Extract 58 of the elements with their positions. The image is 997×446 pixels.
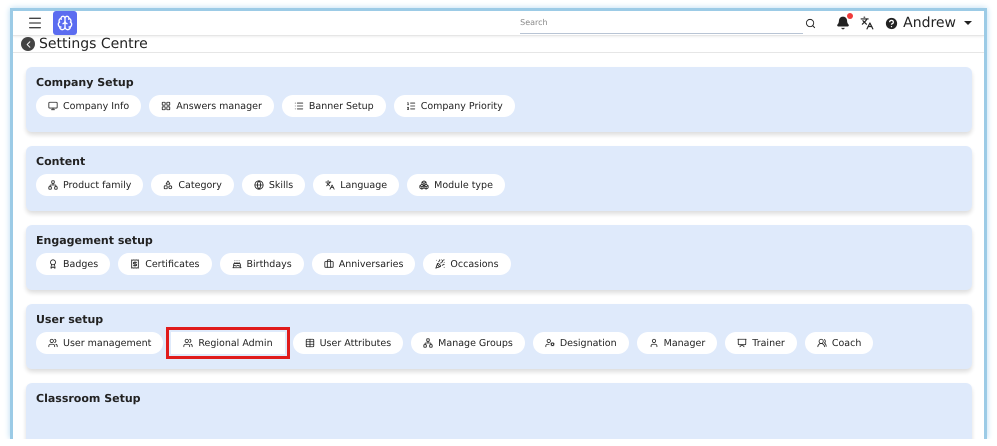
award-icon <box>48 259 58 269</box>
party-popper-icon <box>435 259 446 269</box>
settings-button[interactable]: Company Info <box>36 95 142 117</box>
translate-icon[interactable] <box>860 16 874 30</box>
settings-button[interactable]: Module type <box>407 174 505 196</box>
receipt-icon <box>130 259 140 269</box>
settings-button[interactable]: Product family <box>36 174 144 196</box>
settings-button[interactable]: Designation <box>532 332 629 354</box>
bell-icon[interactable] <box>836 16 850 30</box>
grid-icon <box>161 101 172 111</box>
section-title: Company Setup <box>36 76 135 89</box>
presentation-icon <box>737 338 748 348</box>
section-title: User setup <box>36 313 104 326</box>
brain-logo-icon[interactable] <box>53 11 77 35</box>
cake-icon <box>232 259 242 269</box>
users-icon <box>183 338 194 348</box>
section-title: Engagement setup <box>36 234 154 247</box>
page-title: Settings Centre <box>39 36 148 52</box>
settings-button[interactable]: Badges <box>36 253 110 275</box>
settings-button[interactable]: Coach <box>804 332 874 354</box>
settings-button[interactable]: Manager <box>636 332 718 354</box>
user-menu[interactable]: Andrew <box>884 15 972 31</box>
settings-button[interactable]: User management <box>36 332 164 354</box>
table-icon <box>304 338 315 348</box>
shapes-icon <box>163 180 174 190</box>
settings-button[interactable]: Language <box>313 174 400 196</box>
monitor-icon <box>48 101 58 111</box>
section-title: Classroom Setup <box>36 392 142 405</box>
settings-button[interactable]: Occasions <box>423 253 511 275</box>
settings-button[interactable]: User Attributes <box>292 332 404 354</box>
briefcase-icon <box>324 259 334 269</box>
hierarchy-icon <box>423 338 434 348</box>
settings-button[interactable]: Birthdays <box>220 253 304 275</box>
back-button[interactable] <box>21 37 35 51</box>
settings-button[interactable]: Answers manager <box>149 95 274 117</box>
settings-button[interactable]: Certificates <box>118 253 212 275</box>
settings-button[interactable]: Company Priority <box>394 95 515 117</box>
user-icon <box>648 338 659 348</box>
boxes-icon <box>419 180 430 190</box>
section-title: Content <box>36 155 86 168</box>
ordered-list-icon <box>406 101 416 111</box>
users-icon <box>816 338 827 348</box>
settings-button[interactable]: Anniversaries <box>312 253 416 275</box>
settings-button[interactable]: Trainer <box>725 332 797 354</box>
help-icon <box>884 16 900 30</box>
search-icon[interactable] <box>805 18 816 28</box>
settings-button[interactable]: Manage Groups <box>411 332 525 354</box>
globe-icon <box>254 180 264 190</box>
translate-icon <box>325 180 336 190</box>
menu-icon[interactable] <box>27 15 43 31</box>
settings-button[interactable]: Banner Setup <box>282 95 386 117</box>
settings-button[interactable]: Regional Admin <box>171 332 285 354</box>
user-gear-icon <box>544 338 555 348</box>
search-field[interactable]: Search <box>520 12 804 34</box>
hierarchy-icon <box>48 180 58 190</box>
users-icon <box>48 338 58 348</box>
settings-button[interactable]: Skills <box>242 174 306 196</box>
settings-button[interactable]: Category <box>151 174 234 196</box>
